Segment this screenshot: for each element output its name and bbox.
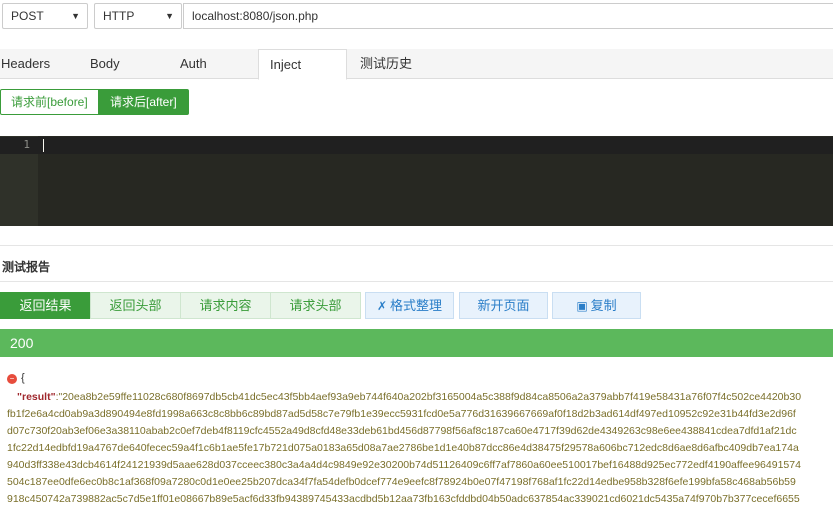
tab-label: Inject [270, 57, 302, 72]
protocol-select[interactable]: HTTP ▼ [94, 3, 182, 29]
tab-label: Headers [1, 56, 51, 71]
magic-wand-icon: ✗ [376, 299, 388, 313]
report-title: 测试报告 [2, 260, 51, 274]
json-line: "result":"20ea8b2e59ffe11028c680f8697db5… [17, 389, 833, 406]
button-label: 返回结果 [19, 298, 72, 313]
tab-body[interactable]: Body [90, 49, 170, 80]
method-select[interactable]: POST ▼ [2, 3, 88, 29]
response-headers-button[interactable]: 返回头部 [90, 292, 181, 319]
collapse-icon[interactable]: − [7, 374, 17, 384]
tab-test-history[interactable]: 测试历史 [360, 49, 440, 80]
url-input[interactable]: localhost:8080/json.php [183, 3, 833, 29]
button-label: 复制 [590, 298, 617, 313]
status-code-bar: 200 [0, 329, 833, 357]
copy-button[interactable]: ▣ 复制 [552, 292, 641, 319]
button-label: 请求头部 [289, 298, 342, 313]
tab-inject[interactable]: Inject [258, 49, 347, 80]
method-value: POST [11, 9, 44, 23]
tab-headers[interactable]: Headers [0, 49, 80, 80]
json-line: 940d3ff338e43dcb4614f24121939d5aae628d03… [7, 459, 801, 471]
json-line: d07c730f20ab3ef06e3a38110abab2c0ef7deb4f… [7, 425, 797, 437]
copy-icon: ▣ [576, 299, 588, 313]
button-label: 返回头部 [109, 298, 162, 313]
protocol-value: HTTP [103, 9, 135, 23]
url-value: localhost:8080/json.php [192, 9, 319, 23]
tab-label: Body [90, 56, 120, 71]
divider [0, 245, 833, 246]
tab-auth[interactable]: Auth [180, 49, 260, 80]
line-number: 1 [23, 138, 30, 151]
tab-label: 测试历史 [360, 56, 413, 71]
new-page-button[interactable]: 新开页面 [459, 292, 548, 319]
inject-before-button[interactable]: 请求前[before] [0, 89, 99, 115]
chevron-down-icon: ▼ [71, 11, 80, 21]
json-line: 504c187ee0dfe6ec0b8c1af368f09a7280c0d1e0… [7, 476, 796, 488]
json-value: :"20ea8b2e59ffe11028c680f8697db5cb41dc5e… [55, 391, 802, 403]
response-body-button[interactable]: 返回结果 [0, 292, 91, 319]
json-line: 918c450742a739882ac5c7d5e1ff01e08667b89e… [7, 493, 800, 505]
json-line: fb1f2e6a4cd0ab9a3d890494e8fd1998a663c8c8… [7, 408, 796, 420]
json-key: "result" [17, 391, 56, 403]
button-label: 请求前[before] [11, 95, 88, 109]
json-open-brace: { [21, 372, 25, 384]
button-label: 请求后[after] [110, 95, 177, 109]
request-body-button[interactable]: 请求内容 [180, 292, 271, 319]
tab-label: Auth [180, 56, 207, 71]
divider [0, 281, 833, 282]
chevron-down-icon: ▼ [165, 11, 174, 21]
button-label: 格式整理 [390, 298, 443, 313]
button-label: 请求内容 [199, 298, 252, 313]
request-headers-button[interactable]: 请求头部 [270, 292, 361, 319]
text-cursor [43, 139, 44, 152]
format-button[interactable]: ✗ 格式整理 [365, 292, 454, 319]
json-line: 1fc22d14edbfd19a4767de640fecec59a4f1c6b1… [7, 442, 799, 454]
active-line-highlight [0, 137, 833, 154]
button-label: 新开页面 [477, 298, 530, 313]
inject-after-button[interactable]: 请求后[after] [99, 89, 189, 115]
